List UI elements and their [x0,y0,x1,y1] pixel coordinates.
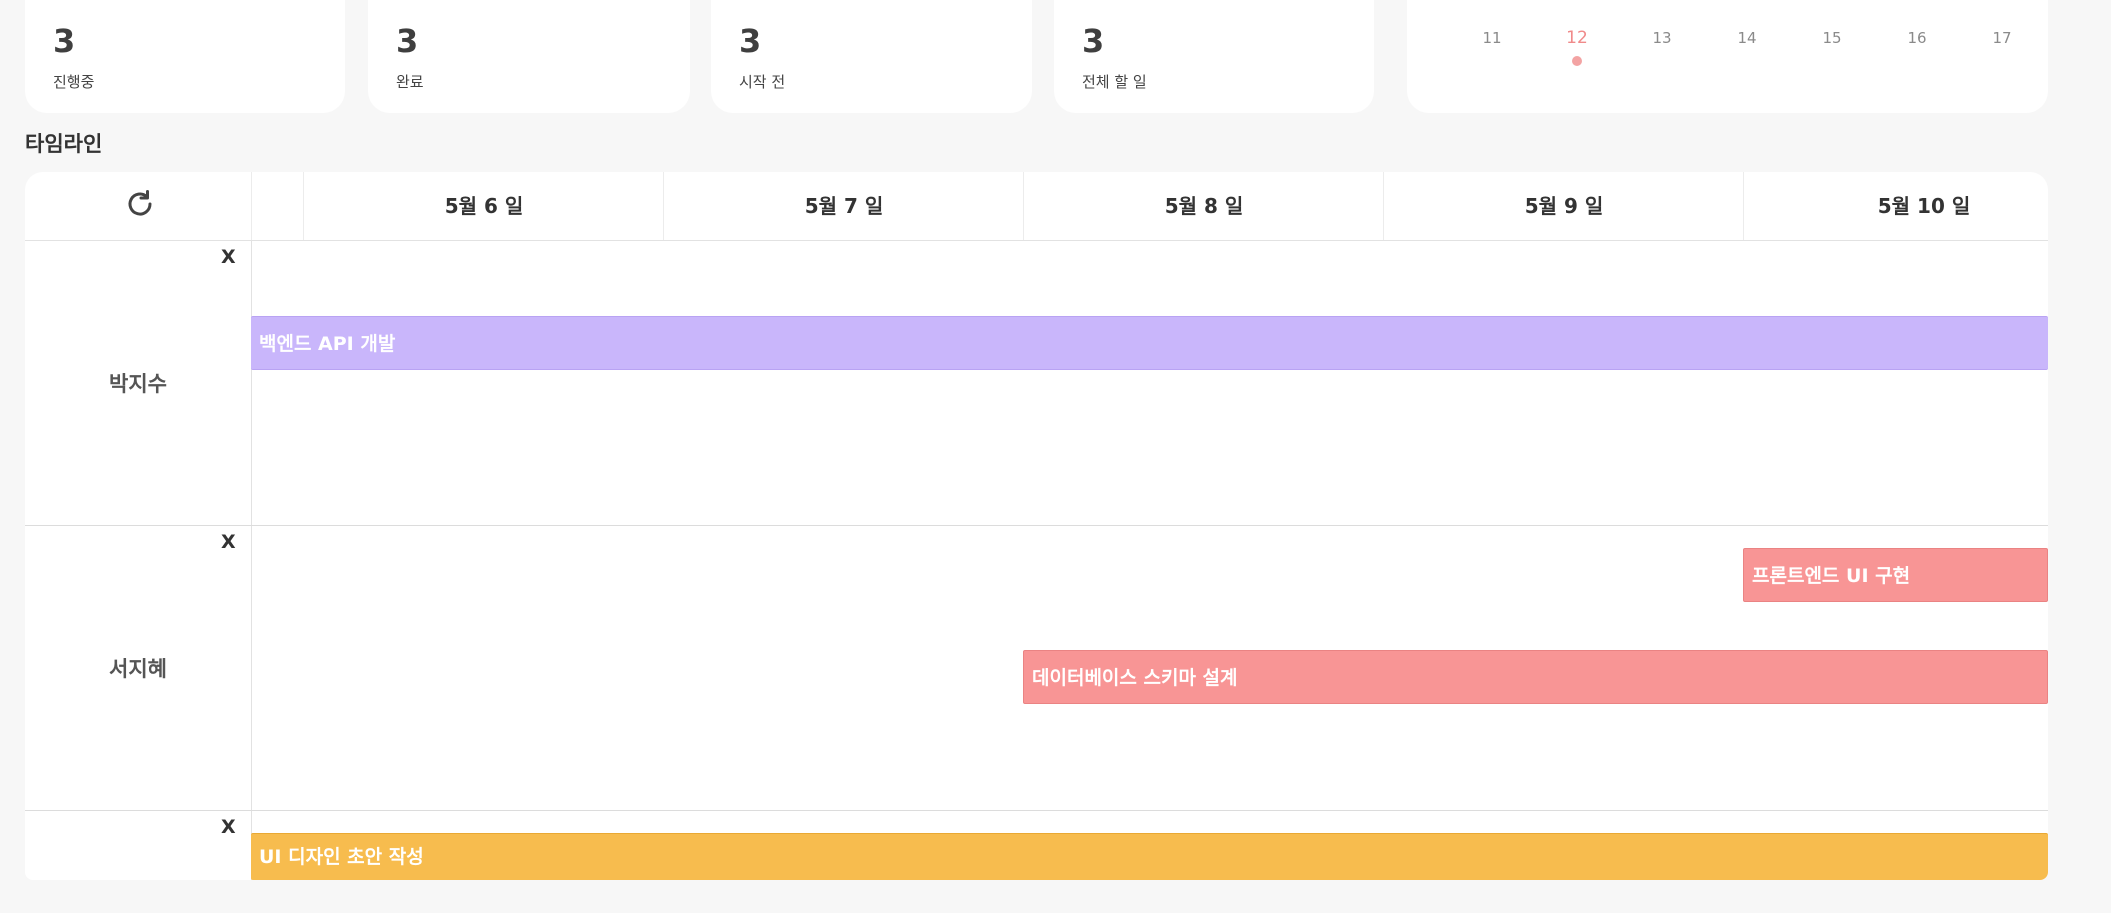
stat-card-done: 3 완료 [368,0,690,113]
calendar-day[interactable]: 14 [1727,29,1767,47]
row-divider [25,810,2048,811]
stat-card-in-progress: 3 진행중 [25,0,345,113]
row-divider [25,525,2048,526]
timeline-panel: 5월 6 일 5월 7 일 5월 8 일 5월 9 일 5월 10 일 X 박지… [25,172,2048,880]
stat-label: 시작 전 [739,73,786,91]
remove-row-button[interactable]: X [221,531,236,553]
calendar-day[interactable]: 11 [1472,29,1512,47]
remove-row-button[interactable]: X [221,246,236,268]
stat-label: 진행중 [53,73,95,91]
stat-count: 3 [739,22,762,60]
date-column-header: 5월 7 일 [663,172,1024,240]
timeline-header: 5월 6 일 5월 7 일 5월 8 일 5월 9 일 5월 10 일 [25,172,2048,241]
task-bar[interactable]: 프론트엔드 UI 구현 [1743,548,2048,602]
remove-row-button[interactable]: X [221,816,236,838]
stat-card-not-started: 3 시작 전 [711,0,1032,113]
stat-label: 완료 [396,73,424,91]
assignee-column [25,240,252,880]
date-column-header: 5월 9 일 [1383,172,1744,240]
date-column-spacer [251,172,304,240]
timeline-corner [25,172,252,240]
calendar-day[interactable]: 17 [1982,29,2022,47]
week-calendar: 11 12 13 14 15 16 17 [1407,0,2048,113]
stat-count: 3 [53,22,76,60]
section-title-timeline: 타임라인 [25,132,103,156]
calendar-day[interactable]: 13 [1642,29,1682,47]
refresh-icon[interactable] [124,188,156,220]
stat-count: 3 [396,22,419,60]
date-column-header: 5월 6 일 [303,172,664,240]
assignee-name: 서지혜 [109,657,167,681]
stat-count: 3 [1082,22,1105,60]
calendar-day[interactable]: 16 [1897,29,1937,47]
calendar-day-today[interactable]: 12 [1557,28,1597,48]
date-column-header: 5월 8 일 [1023,172,1384,240]
task-bar[interactable]: 백엔드 API 개발 [251,316,2048,370]
task-bar[interactable]: 데이터베이스 스키마 설계 [1023,650,2048,704]
date-column-header: 5월 10 일 [1743,172,2048,240]
stat-card-total: 3 전체 할 일 [1054,0,1374,113]
calendar-day[interactable]: 15 [1812,29,1852,47]
stat-label: 전체 할 일 [1082,73,1147,91]
assignee-name: 박지수 [109,372,167,396]
task-bar[interactable]: UI 디자인 초안 작성 [251,833,2048,880]
today-indicator-dot [1572,56,1582,66]
